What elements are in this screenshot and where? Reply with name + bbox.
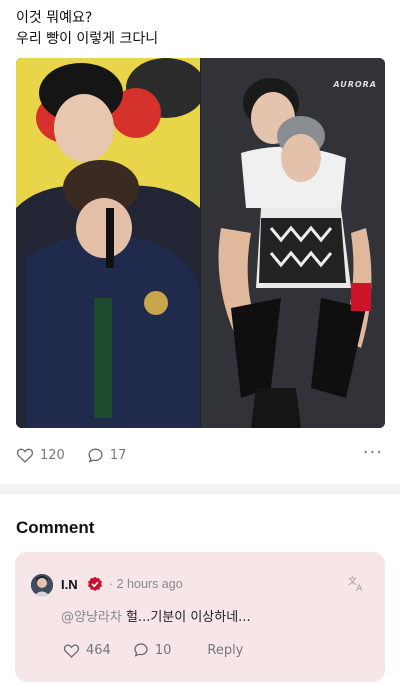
heart-icon (16, 448, 34, 463)
section-divider (0, 484, 400, 494)
comment-body-text: 헐...기분이 이상하네... (121, 610, 251, 625)
more-dots-icon[interactable]: ··· (363, 444, 383, 462)
avatar[interactable] (31, 574, 53, 596)
comment-reply-count-button[interactable]: 10 (133, 642, 172, 658)
comments-heading: Comment (16, 518, 95, 537)
avatar-image (31, 574, 53, 596)
comment-card: I.N · 2 hours ago 文 A @양냥라차 헐...기분이 이상하네… (15, 552, 385, 682)
comment-timestamp: · 2 hours ago (109, 577, 183, 591)
comment-mention[interactable]: @양냥라차 (61, 610, 122, 625)
post-image-left (16, 58, 200, 428)
comment-text: @양냥라차 헐...기분이 이상하네... (61, 606, 251, 625)
post-text-line-2: 우리 빵이 이렇게 크다니 (16, 31, 159, 47)
translate-icon[interactable]: 文 A (347, 574, 367, 592)
post-image-right (201, 58, 385, 428)
comment-bubble-icon (88, 447, 103, 463)
comment-bubble-icon (134, 643, 148, 657)
comment-author[interactable]: I.N (61, 577, 78, 592)
comment-like-count: 464 (86, 642, 111, 658)
post-text: 이것 뭐예요? 우리 빵이 이렇게 크다니 (16, 8, 158, 50)
like-button[interactable]: 120 (16, 447, 65, 463)
post-stats-bar: 120 17 ··· (16, 444, 385, 466)
comment-count: 17 (109, 447, 127, 463)
photo-watermark-label: AURORA (333, 80, 377, 89)
comment-reply-count: 10 (154, 642, 172, 658)
comment-button[interactable]: 17 (87, 447, 127, 464)
svg-text:A: A (356, 584, 363, 592)
heart-icon (63, 643, 80, 658)
post-image[interactable]: AURORA (16, 58, 385, 428)
like-count: 120 (40, 447, 65, 463)
post-text-line-1: 이것 뭐예요? (16, 10, 93, 26)
comment-like-button[interactable]: 464 (63, 643, 111, 658)
reply-button[interactable]: Reply (207, 643, 243, 658)
verified-badge-icon (88, 576, 102, 591)
comment-actions: 464 10 Reply (63, 642, 243, 658)
